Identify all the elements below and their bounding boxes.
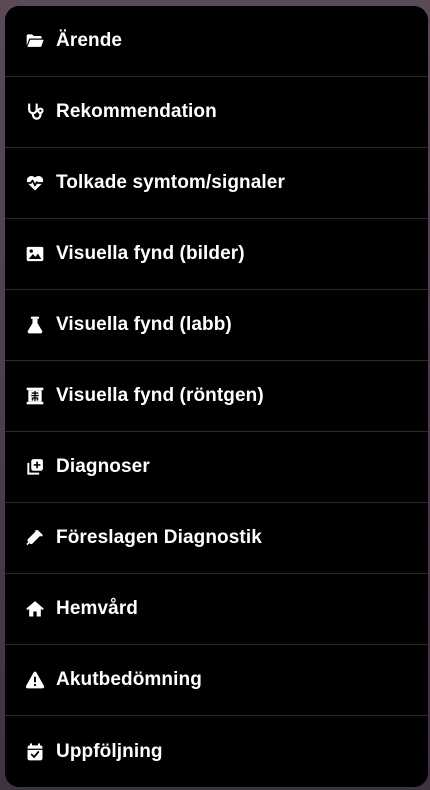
home-icon (24, 598, 46, 620)
menu-item-label: Uppföljning (56, 740, 163, 762)
menu-item-visuella-rontgen[interactable]: Visuella fynd (röntgen) (5, 361, 428, 432)
menu-item-rekommendation[interactable]: Rekommendation (5, 77, 428, 148)
notes-medical-icon (24, 456, 46, 478)
menu-item-label: Diagnoser (56, 456, 150, 477)
menu-item-label: Visuella fynd (röntgen) (56, 385, 264, 406)
calendar-check-icon (24, 741, 46, 763)
flask-icon (24, 314, 46, 336)
syringe-icon (24, 527, 46, 549)
menu-item-label: Rekommendation (56, 101, 217, 122)
menu-item-label: Hemvård (56, 598, 139, 619)
stethoscope-icon (24, 101, 46, 123)
menu-item-akutbedomning[interactable]: Akutbedömning (5, 645, 428, 716)
menu-item-visuella-bilder[interactable]: Visuella fynd (bilder) (5, 219, 428, 290)
menu-item-label: Ärende (56, 30, 123, 51)
menu-item-uppfoljning[interactable]: Uppföljning (5, 716, 428, 787)
menu-item-tolkade-symtom[interactable]: Tolkade symtom/signaler (5, 148, 428, 219)
warning-icon (24, 669, 46, 691)
heart-pulse-icon (24, 172, 46, 194)
folder-open-icon (24, 30, 46, 52)
menu-item-label: Visuella fynd (labb) (56, 314, 232, 335)
x-ray-icon (24, 385, 46, 407)
menu-item-label: Tolkade symtom/signaler (56, 172, 285, 193)
menu-item-arende[interactable]: Ärende (5, 6, 428, 77)
menu-item-foreslagen-diagnostik[interactable]: Föreslagen Diagnostik (5, 503, 428, 574)
menu-item-diagnoser[interactable]: Diagnoser (5, 432, 428, 503)
menu-item-hemvard[interactable]: Hemvård (5, 574, 428, 645)
menu-item-label: Föreslagen Diagnostik (56, 527, 262, 548)
section-menu: Ärende Rekommendation Tolkade symtom/sig… (5, 6, 428, 787)
menu-item-label: Akutbedömning (56, 669, 202, 690)
image-icon (24, 243, 46, 265)
menu-item-label: Visuella fynd (bilder) (56, 243, 245, 264)
menu-item-visuella-labb[interactable]: Visuella fynd (labb) (5, 290, 428, 361)
